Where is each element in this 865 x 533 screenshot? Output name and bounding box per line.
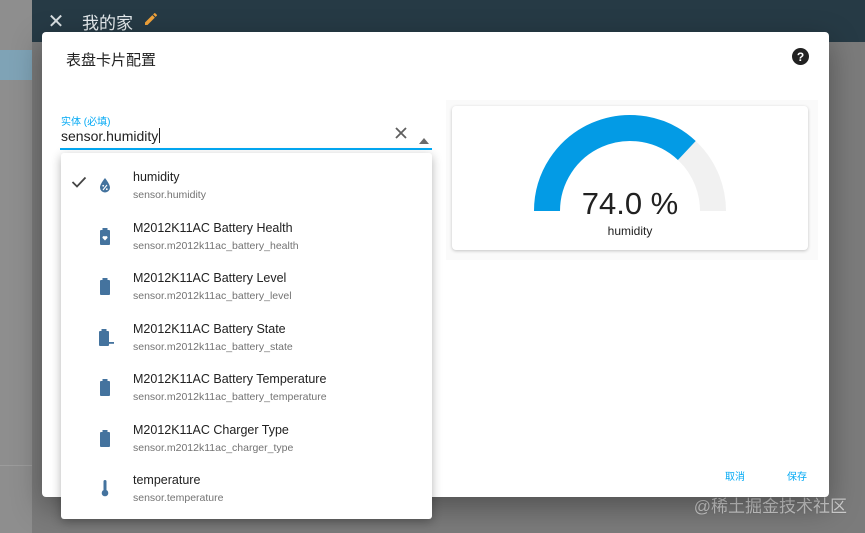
list-item-entity-id: sensor.humidity — [133, 189, 206, 201]
list-item[interactable]: M2012K11AC Battery State sensor.m2012k11… — [61, 311, 432, 362]
help-icon[interactable]: ? — [792, 48, 809, 65]
list-item[interactable]: M2012K11AC Battery Temperature sensor.m2… — [61, 361, 432, 412]
list-item[interactable]: M2012K11AC Charger Type sensor.m2012k11a… — [61, 412, 432, 463]
save-button[interactable]: 保存 — [787, 468, 807, 483]
entity-dropdown-list: humidity sensor.humidity M2012K11AC Batt… — [61, 153, 432, 519]
battery-minus-icon — [97, 327, 114, 347]
battery-heart-icon — [97, 226, 113, 246]
list-item[interactable]: humidity sensor.humidity — [61, 159, 432, 210]
list-item-entity-id: sensor.m2012k11ac_battery_health — [133, 239, 299, 252]
list-item-entity-id: sensor.m2012k11ac_battery_temperature — [133, 391, 327, 403]
entity-field-label: 实体 (必填) — [61, 117, 111, 128]
card-preview: 74.0 % humidity — [446, 100, 818, 260]
list-item-name: temperature — [133, 473, 201, 487]
list-item-name: M2012K11AC Battery State — [133, 321, 286, 336]
background-divider — [0, 465, 32, 466]
caret-up-icon[interactable] — [419, 131, 429, 149]
list-item-name: M2012K11AC Battery Health — [133, 220, 293, 235]
list-item-entity-id: sensor.m2012k11ac_battery_level — [133, 290, 292, 302]
close-icon[interactable]: ✕ — [32, 9, 80, 34]
gauge-value: 74.0 % — [581, 186, 679, 221]
background-sidebar — [0, 0, 32, 533]
list-item-entity-id: sensor.m2012k11ac_charger_type — [133, 441, 294, 454]
battery-icon — [97, 276, 113, 296]
list-item[interactable]: M2012K11AC Battery Level sensor.m2012k11… — [61, 260, 432, 311]
list-item[interactable]: temperature sensor.temperature — [61, 462, 432, 513]
list-item[interactable]: M2012K11AC Battery Health sensor.m2012k1… — [61, 210, 432, 261]
battery-icon — [97, 377, 113, 397]
list-item-entity-id: sensor.temperature — [133, 492, 224, 504]
gauge-entity-name: humidity — [607, 224, 653, 238]
entity-input[interactable]: sensor.humidity — [61, 128, 161, 144]
thermometer-icon — [97, 478, 113, 498]
list-item-name: M2012K11AC Charger Type — [133, 422, 289, 437]
list-item-name: M2012K11AC Battery Temperature — [133, 372, 327, 386]
check-icon — [71, 175, 87, 193]
list-item-name: humidity — [133, 170, 180, 184]
clear-icon[interactable] — [394, 126, 408, 145]
pencil-icon[interactable] — [143, 11, 159, 32]
battery-icon — [97, 428, 113, 448]
dashboard-title: 我的家 — [82, 13, 133, 33]
background-sidebar-highlight — [0, 50, 32, 80]
list-item-name: M2012K11AC Battery Level — [133, 271, 287, 285]
cancel-button[interactable]: 取消 — [725, 468, 745, 483]
water-percent-icon — [97, 175, 113, 195]
gauge-card: 74.0 % humidity — [452, 106, 808, 250]
dialog-title: 表盘卡片配置 — [66, 52, 157, 69]
entity-combobox[interactable]: 实体 (必填) sensor.humidity — [60, 110, 432, 150]
dialog-actions: 取消 保存 — [725, 468, 807, 483]
list-item-entity-id: sensor.m2012k11ac_battery_state — [133, 340, 293, 353]
